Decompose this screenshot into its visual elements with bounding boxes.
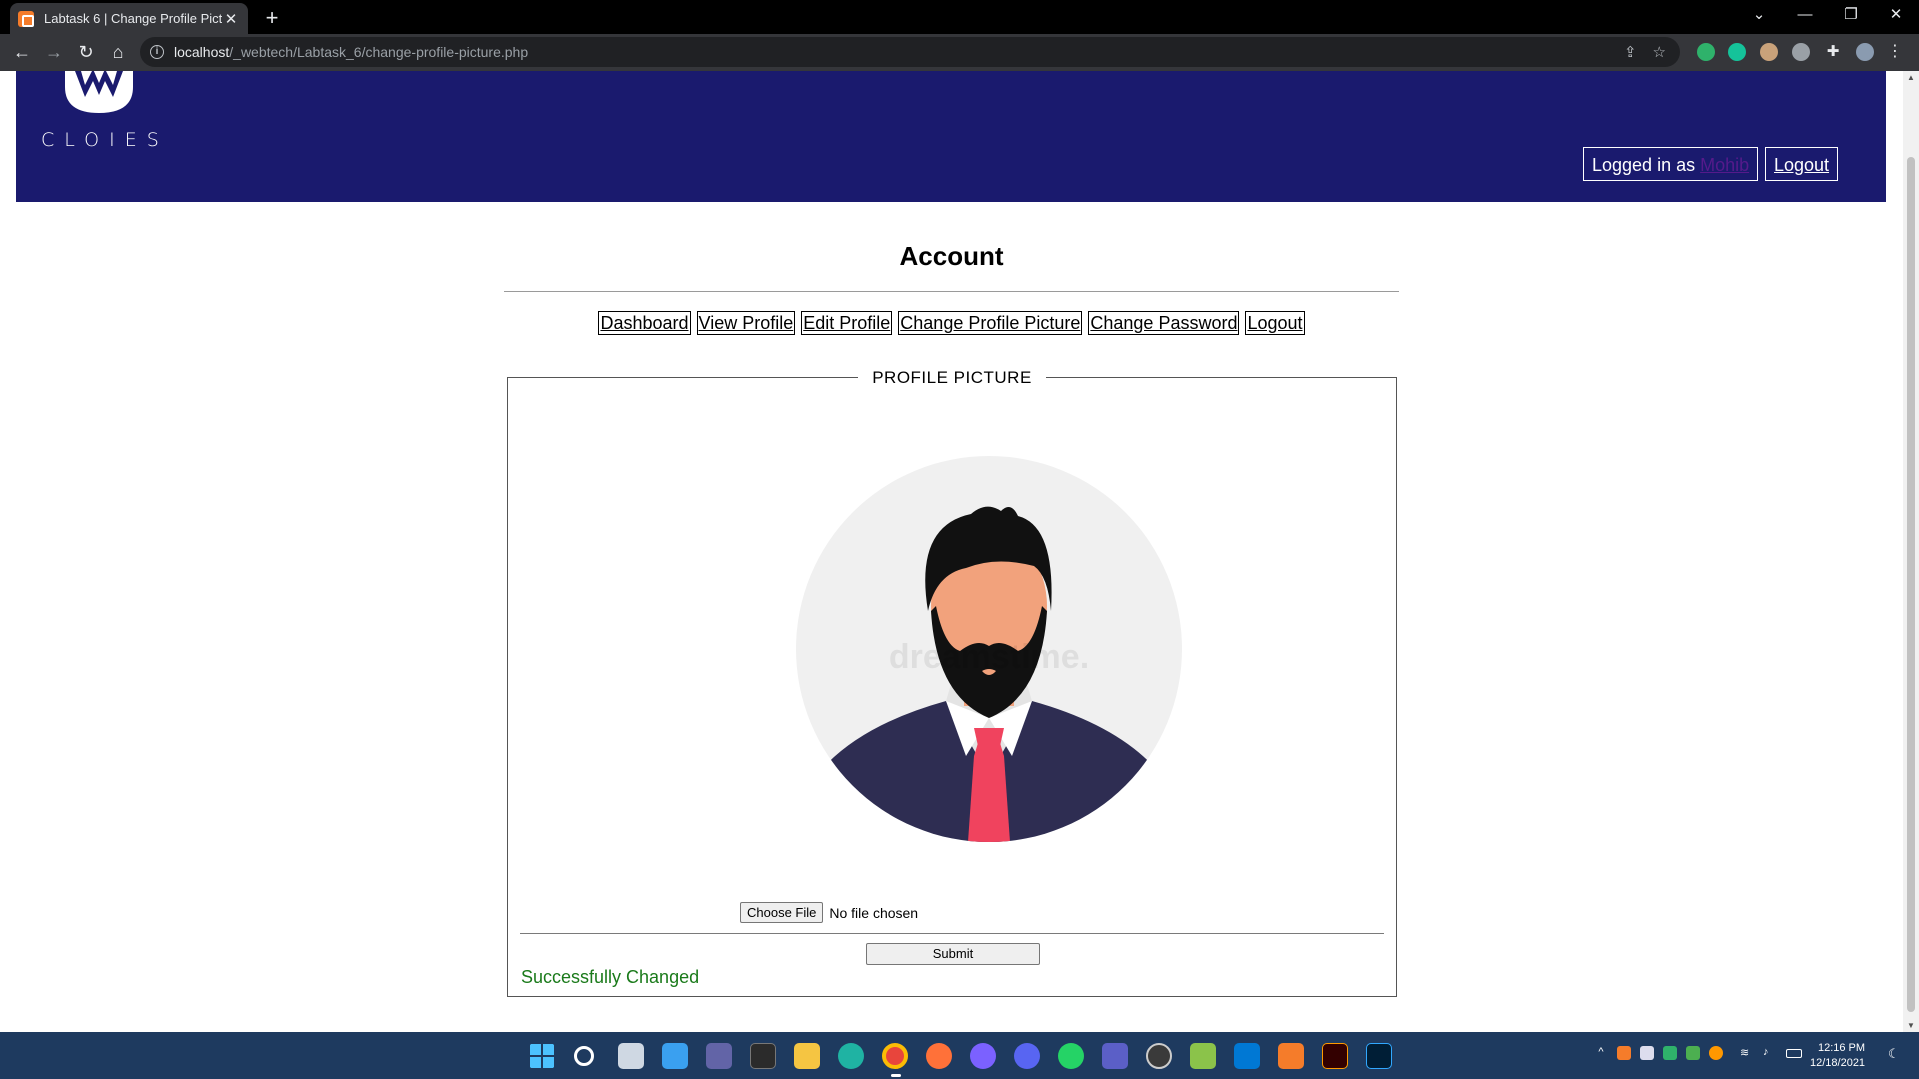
system-clock[interactable]: 12:16 PM 12/18/2021 [1810, 1041, 1865, 1071]
browser-menu-icon[interactable]: ⋮ [1886, 43, 1904, 61]
cloies-logo-icon [65, 71, 133, 113]
tray-xampp-icon[interactable] [1617, 1046, 1631, 1060]
vscode-icon[interactable] [1234, 1043, 1260, 1069]
profile-avatar-image: dreamstime. [796, 456, 1182, 842]
task-view-icon[interactable] [618, 1043, 644, 1069]
nav-link-dashboard[interactable]: Dashboard [598, 311, 691, 335]
chrome-active-indicator [891, 1074, 901, 1077]
widgets-icon[interactable] [662, 1043, 688, 1069]
clock-date: 12/18/2021 [1810, 1057, 1866, 1069]
adblock-extension-icon[interactable] [1697, 43, 1715, 61]
nav-link-edit-profile[interactable]: Edit Profile [801, 311, 893, 335]
notepad-plus-icon[interactable] [1190, 1043, 1216, 1069]
choose-file-button[interactable]: Choose File [740, 902, 824, 923]
share-icon[interactable]: ⇪ [1624, 43, 1637, 61]
chat-icon[interactable] [706, 1043, 732, 1069]
tab-close-icon[interactable]: ✕ [222, 10, 240, 28]
clock-time: 12:16 PM [1817, 1042, 1866, 1054]
xampp-icon[interactable] [1278, 1043, 1304, 1069]
browser-toolbar: ← → ↻ ⌂ i localhost/_webtech/Labtask_6/c… [0, 34, 1919, 71]
page-scrollbar[interactable]: ▲ ▼ [1903, 71, 1919, 1032]
profile-picture-fieldset: PROFILE PICTURE dreamstime. Choose File … [507, 368, 1397, 997]
tray-drive-icon[interactable] [1686, 1046, 1700, 1060]
tab-title: Labtask 6 | Change Profile Picture [44, 11, 222, 26]
browser-tab-strip: Labtask 6 | Change Profile Picture ✕ + ⌄… [0, 0, 1919, 34]
account-nav: Dashboard View Profile Edit Profile Change … [0, 311, 1903, 335]
search-icon[interactable] [574, 1046, 594, 1066]
discord-icon[interactable] [1014, 1043, 1040, 1069]
messenger-icon[interactable] [970, 1043, 996, 1069]
obs-icon[interactable] [1146, 1043, 1172, 1069]
grammarly-extension-icon[interactable] [1728, 43, 1746, 61]
no-file-text: No file chosen [829, 904, 919, 921]
profile-avatar-icon[interactable] [1856, 43, 1874, 61]
illustrator-icon[interactable] [1322, 1043, 1348, 1069]
nav-link-change-password[interactable]: Change Password [1088, 311, 1240, 335]
tray-defender-icon[interactable] [1663, 1046, 1677, 1060]
scrollbar-thumb[interactable] [1907, 157, 1915, 1012]
windows-start-icon[interactable] [529, 1043, 555, 1069]
submit-button[interactable]: Submit [866, 943, 1040, 965]
volume-icon[interactable]: ♪ [1763, 1046, 1777, 1060]
home-icon[interactable]: ⌂ [104, 38, 132, 66]
status-message: Successfully Changed [521, 967, 700, 987]
url-path: /_webtech/Labtask_6/change-profile-pictu… [229, 44, 529, 60]
watermark-text: dreamstime. [889, 638, 1089, 676]
nav-link-change-profile-picture[interactable]: Change Profile Picture [898, 311, 1083, 335]
nav-link-logout[interactable]: Logout [1245, 311, 1305, 335]
file-explorer-icon[interactable] [794, 1043, 820, 1069]
browser-tab-active[interactable]: Labtask 6 | Change Profile Picture ✕ [10, 3, 248, 34]
battery-icon[interactable] [1786, 1049, 1802, 1058]
tray-search-icon[interactable] [1709, 1046, 1723, 1060]
title-divider [504, 291, 1399, 292]
bookmark-star-icon[interactable]: ☆ [1653, 43, 1666, 61]
logo-wordmark: CLOIES [41, 129, 169, 151]
address-bar[interactable]: i localhost/_webtech/Labtask_6/change-pr… [140, 37, 1680, 67]
forward-arrow-icon[interactable]: → [40, 38, 68, 66]
header-logout-link[interactable]: Logout [1765, 147, 1839, 181]
page-viewport: CLOIES Logged in as Mohib Logout Account… [0, 71, 1903, 1032]
nav-link-view-profile[interactable]: View Profile [696, 311, 796, 335]
extension-icon[interactable] [1760, 43, 1778, 61]
wifi-icon[interactable]: ≋ [1740, 1046, 1754, 1060]
notifications-moon-icon[interactable]: ☾ [1888, 1046, 1902, 1061]
restore-button[interactable]: ❐ [1828, 0, 1874, 34]
file-input[interactable]: Choose File No file chosen [740, 902, 918, 923]
chrome-icon[interactable] [882, 1043, 908, 1069]
firefox-icon[interactable] [926, 1043, 952, 1069]
new-tab-button[interactable]: + [258, 4, 286, 32]
logged-in-label: Logged in as [1592, 155, 1701, 175]
whatsapp-icon[interactable] [1058, 1043, 1084, 1069]
close-window-button[interactable]: ✕ [1873, 0, 1919, 34]
reload-icon[interactable]: ↻ [72, 38, 100, 66]
photoshop-icon[interactable] [1366, 1043, 1392, 1069]
terminal-icon[interactable] [750, 1043, 776, 1069]
scroll-up-arrow-icon[interactable]: ▲ [1906, 73, 1916, 82]
page-title: Account [899, 241, 1004, 271]
form-divider [520, 933, 1384, 934]
teams-icon[interactable] [1102, 1043, 1128, 1069]
back-arrow-icon[interactable]: ← [8, 38, 36, 66]
cloud-extension-icon[interactable] [1792, 43, 1810, 61]
logged-in-indicator: Logged in as Mohib [1583, 147, 1759, 181]
scroll-down-arrow-icon[interactable]: ▼ [1906, 1021, 1916, 1030]
site-header: CLOIES Logged in as Mohib Logout [16, 71, 1886, 202]
windows-taskbar: ^ ≋ ♪ 12:16 PM 12/18/2021 ☾ [0, 1032, 1919, 1079]
tray-discord-icon[interactable] [1640, 1046, 1654, 1060]
site-info-icon[interactable]: i [150, 45, 164, 59]
tab-search-icon[interactable]: ⌄ [1736, 0, 1782, 34]
extensions-puzzle-icon[interactable]: ✚ [1824, 43, 1842, 61]
fieldset-legend: PROFILE PICTURE [508, 368, 1396, 388]
edge-icon[interactable] [838, 1043, 864, 1069]
minimize-button[interactable]: — [1782, 0, 1828, 34]
username-link[interactable]: Mohib [1700, 155, 1749, 175]
url-host: localhost [174, 44, 230, 60]
legend-text: PROFILE PICTURE [858, 368, 1046, 387]
xampp-favicon-icon [18, 10, 34, 27]
tray-overflow-chevron-icon[interactable]: ^ [1594, 1046, 1608, 1060]
